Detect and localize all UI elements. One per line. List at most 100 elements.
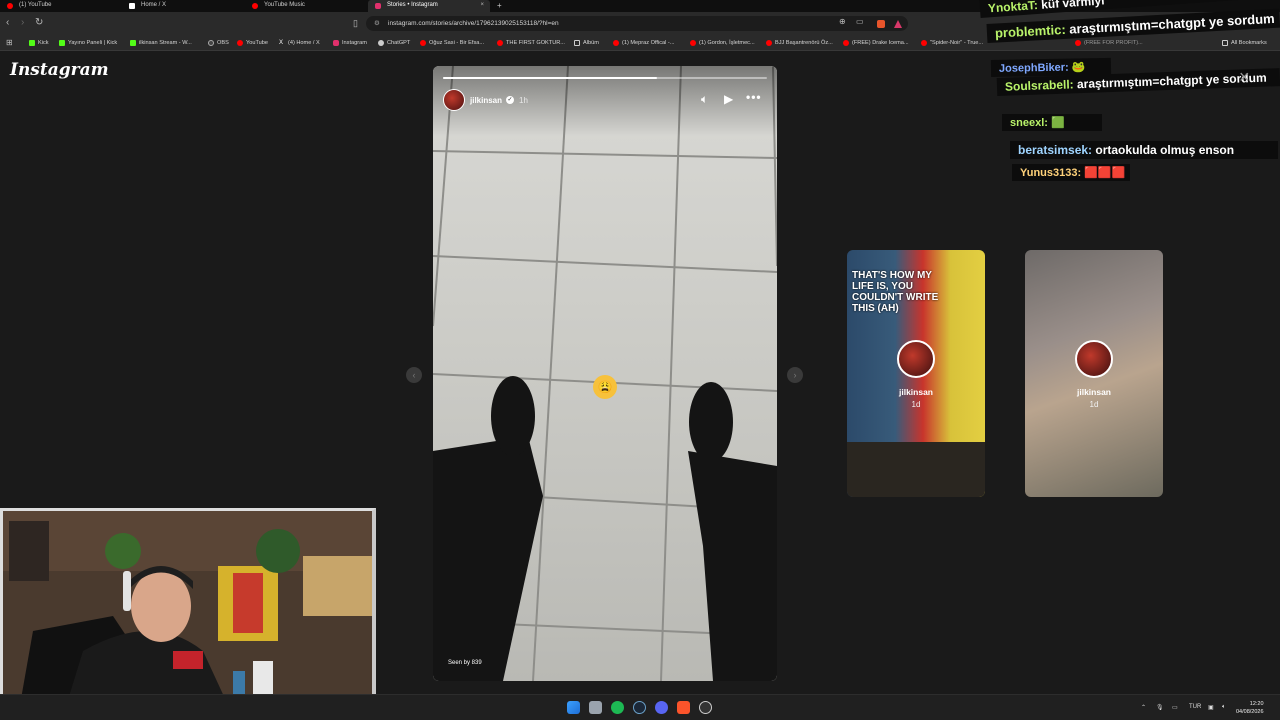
chat-text: 🟥🟥🟥 <box>1084 167 1126 179</box>
system-clock[interactable]: 12:20 04/08/2026 <box>1236 700 1264 716</box>
reload-icon[interactable]: ↻ <box>35 18 43 28</box>
brave-browser-icon[interactable] <box>677 701 690 714</box>
story-username[interactable]: jilkinsan <box>470 96 502 105</box>
bookmark-page-icon[interactable]: ▯ <box>353 18 358 28</box>
chat-username: sneexl: <box>1010 117 1048 129</box>
story-progress-fill <box>443 77 657 79</box>
tab-instagram-stories[interactable]: Stories • Instagram × <box>368 0 490 12</box>
bookmark-youtube[interactable]: YouTube <box>237 39 268 47</box>
bookmark-album[interactable]: Albüm <box>574 39 599 47</box>
verified-badge-icon: ✓ <box>506 96 514 104</box>
close-tab-icon[interactable]: × <box>480 0 484 11</box>
discord-icon[interactable] <box>655 701 668 714</box>
story-preview-1[interactable]: THAT'S HOW MY LIFE IS, YOU COULDN'T WRIT… <box>847 250 985 497</box>
tile-grid <box>433 66 777 681</box>
site-info-icon[interactable]: ⚙ <box>374 16 380 31</box>
cast-icon[interactable]: ▭ <box>856 17 864 26</box>
clock-date: 04/08/2026 <box>1236 709 1264 715</box>
bookmark-label: (1) Gordon, İşletmec... <box>699 40 755 46</box>
bookmark-kick[interactable]: Kick <box>29 39 49 47</box>
zoom-icon[interactable]: ⊕ <box>839 17 847 26</box>
volume-icon[interactable]: 🔈︎ <box>1222 704 1226 711</box>
new-tab-button[interactable]: + <box>497 0 502 11</box>
instagram-icon <box>375 3 381 9</box>
bookmark-x-home[interactable]: X (4) Home / X <box>279 39 320 47</box>
bookmark-label: ilkinsan Stream - W... <box>139 40 192 46</box>
brave-rewards-icon[interactable] <box>894 20 902 28</box>
tab-label: Stories • Instagram <box>387 2 438 8</box>
close-story-icon[interactable]: × <box>1239 68 1250 86</box>
bookmark-ilkinsan-stream[interactable]: ilkinsan Stream - W... <box>130 39 192 47</box>
previous-story-button[interactable]: ‹ <box>406 367 422 383</box>
next-story-button[interactable]: › <box>787 367 803 383</box>
bookmark-bjj[interactable]: BJJ Başantrenörü Öz... <box>766 39 833 47</box>
youtube-icon <box>766 40 772 46</box>
bookmark-label: Yayıno Paneli | Kick <box>68 40 118 46</box>
bookmark-chatgpt[interactable]: ChatGPT <box>378 39 410 47</box>
youtube-music-icon <box>252 3 258 9</box>
language-indicator[interactable]: TUR <box>1189 704 1201 710</box>
bookmark-label: THE FIRST GOKTUR... <box>506 40 565 46</box>
youtube-icon <box>921 40 927 46</box>
avatar <box>1075 340 1113 378</box>
file-explorer-icon[interactable] <box>589 701 602 714</box>
chat-username: beratsimsek: <box>1018 143 1093 157</box>
chat-message: beratsimsek: ortaokulda olmuş enson <box>1010 141 1278 159</box>
chat-username: YnoktaT: <box>987 0 1039 16</box>
avatar <box>897 340 935 378</box>
chat-username: Soulsrabell: <box>1004 77 1074 94</box>
bookmark-obs[interactable]: OBS <box>208 39 229 47</box>
story-preview-2[interactable]: jilkinsan 1d <box>1025 250 1163 497</box>
bookmark-spider-noir[interactable]: "Spider-Noir" - True... <box>921 39 983 47</box>
bookmark-label: (4) Home / X <box>288 40 320 46</box>
chat-text: küf varmıyı <box>1040 0 1105 12</box>
chat-username: problemtic: <box>994 21 1067 41</box>
obs-icon[interactable] <box>699 701 712 714</box>
steam-icon[interactable] <box>633 701 646 714</box>
tab-youtube-music[interactable]: YouTube Music <box>245 0 370 12</box>
mute-icon[interactable]: 🔈︎ <box>701 93 708 105</box>
network-icon[interactable]: ▣ <box>1208 704 1214 711</box>
apps-grid-icon[interactable]: ⊞ <box>6 38 13 48</box>
emoji-sticker: 😩 <box>593 375 617 399</box>
spotify-icon[interactable] <box>611 701 624 714</box>
tab-x-home[interactable]: Home / X <box>122 0 250 12</box>
chat-text: ortaokulda olmuş enson <box>1095 143 1235 157</box>
tray-chevron-icon[interactable]: ⌃ <box>1141 704 1146 711</box>
bookmark-first-gokturk[interactable]: THE FIRST GOKTUR... <box>497 39 565 47</box>
bookmark-oguz-sasi[interactable]: Oğuz Sasi - Bir Efsa... <box>420 39 484 47</box>
seen-by-label[interactable]: Seen by 839 <box>448 660 482 666</box>
preview-bottles <box>847 442 985 497</box>
bookmark-mepraz[interactable]: (1) Mepraz Offical -... <box>613 39 674 47</box>
youtube-icon <box>690 40 696 46</box>
x-icon <box>129 3 135 9</box>
bookmark-gordon[interactable]: (1) Gordon, İşletmec... <box>690 39 755 47</box>
bookmark-instagram[interactable]: Instagram <box>333 39 367 47</box>
bookmark-label: OBS <box>217 40 229 46</box>
avatar[interactable] <box>443 89 465 111</box>
folder-icon <box>574 40 580 46</box>
play-icon[interactable]: ▶ <box>724 93 733 105</box>
chatgpt-icon <box>378 40 384 46</box>
instagram-logo[interactable]: Instagram <box>10 60 109 80</box>
story-timestamp: 1h <box>519 96 528 105</box>
taskbar: ⌃ 🎙︎ ▭ TUR ▣ 🔈︎ 12:20 04/08/2026 <box>0 694 1280 720</box>
bookmark-label: (1) Mepraz Offical -... <box>622 40 675 46</box>
bookmark-label: Kick <box>38 40 49 46</box>
monitor-icon[interactable]: ▭ <box>1172 704 1178 711</box>
tab-youtube[interactable]: (1) YouTube <box>0 0 130 12</box>
microphone-icon[interactable]: 🎙︎ <box>1156 704 1164 711</box>
stream-chat-overlay: YnoktaT: küf varmıyı problemtic: araştır… <box>975 0 1280 200</box>
youtube-icon <box>843 40 849 46</box>
brave-shield-icon[interactable] <box>877 20 885 28</box>
bookmark-kick-panel[interactable]: Yayıno Paneli | Kick <box>59 39 117 47</box>
url-field[interactable]: ⚙ instagram.com/stories/archive/17962139… <box>366 16 908 31</box>
preview-timestamp: 1d <box>911 400 921 409</box>
x-icon: X <box>279 40 284 46</box>
bookmark-drake[interactable]: (FREE) Drake Icema... <box>843 39 909 47</box>
forward-icon[interactable]: › <box>21 18 24 28</box>
back-icon[interactable]: ‹ <box>6 18 9 28</box>
windows-start-icon[interactable] <box>567 701 580 714</box>
story-viewer[interactable]: jilkinsan ✓ 1h 🔈︎ ▶ ••• 😩 Seen by 839 <box>433 66 777 681</box>
more-options-icon[interactable]: ••• <box>746 91 762 103</box>
